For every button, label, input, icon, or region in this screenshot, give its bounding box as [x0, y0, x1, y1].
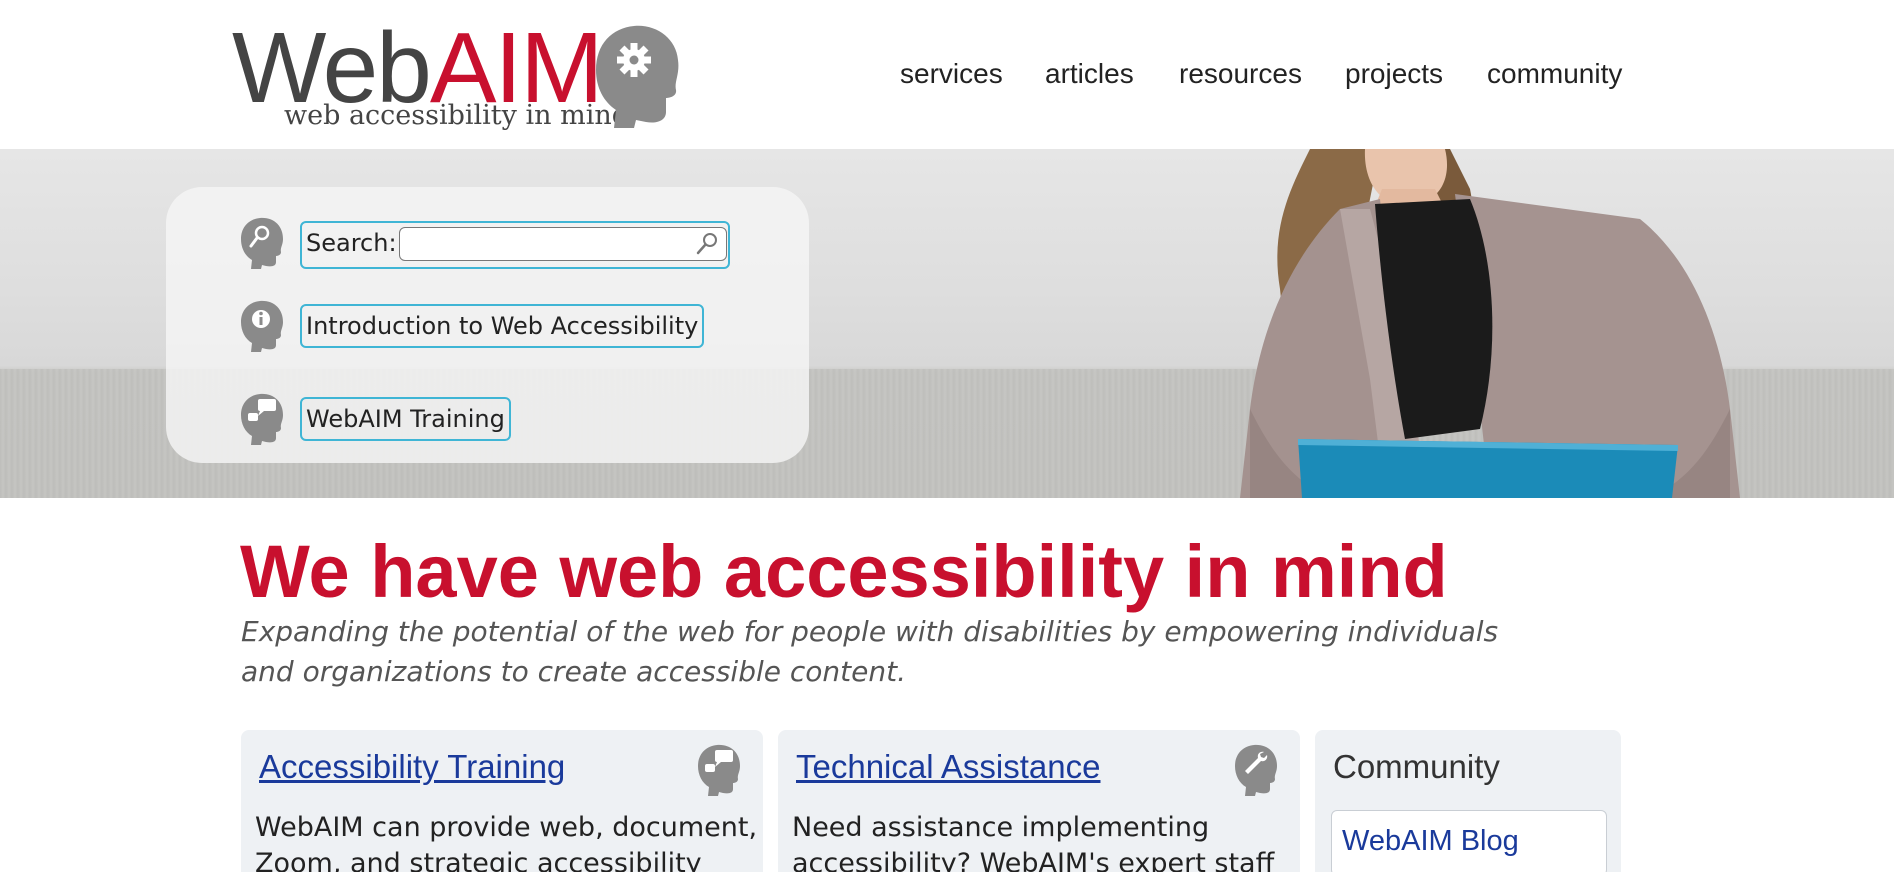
magnifier-icon[interactable] [694, 231, 720, 257]
nav-resources[interactable]: resources [1179, 58, 1302, 90]
nav-community[interactable]: community [1487, 58, 1622, 90]
wrench-head-icon [1235, 744, 1277, 796]
page-tagline: Expanding the potential of the web for p… [241, 615, 1499, 688]
search-head-icon [241, 217, 283, 269]
nav-projects[interactable]: projects [1345, 58, 1443, 90]
search-input[interactable] [400, 229, 690, 260]
nav-articles[interactable]: articles [1045, 58, 1134, 90]
webaim-blog-link[interactable]: WebAIM Blog [1331, 810, 1607, 872]
chat-head-icon [698, 744, 740, 796]
card-accessibility-training: Accessibility Training WebAIM can provid… [241, 730, 763, 872]
hero-banner: Search: Introduction to Web Accessibilit… [0, 149, 1894, 498]
info-head-icon [241, 300, 283, 352]
page-headline: We have web accessibility in mind [240, 530, 1448, 613]
card-community: Community WebAIM Blog [1315, 730, 1621, 872]
card-technical-assistance: Technical Assistance Need assistance imp… [778, 730, 1300, 872]
quick-links-panel: Search: Introduction to Web Accessibilit… [166, 187, 809, 463]
search-label: Search: [306, 229, 397, 257]
webaim-training-link[interactable]: WebAIM Training [300, 397, 511, 441]
community-heading: Community [1333, 748, 1500, 785]
chat-head-icon [241, 393, 283, 445]
logo-tagline: web accessibility in mind [284, 100, 630, 131]
search-form: Search: [300, 221, 730, 269]
search-field [399, 227, 727, 261]
site-header: WebAIM web accessibility in mind service… [0, 0, 1894, 149]
hero-photo-person-with-laptop [1240, 149, 1740, 498]
card-body: Need assistance implementing accessibili… [792, 812, 1275, 872]
nav-services[interactable]: services [900, 58, 1003, 90]
main-nav: services articles resources projects com… [0, 58, 1894, 98]
card-body: WebAIM can provide web, document, Zoom, … [255, 812, 758, 872]
accessibility-training-link[interactable]: Accessibility Training [259, 748, 565, 786]
intro-web-accessibility-link[interactable]: Introduction to Web Accessibility [300, 304, 705, 348]
technical-assistance-link[interactable]: Technical Assistance [796, 748, 1101, 786]
